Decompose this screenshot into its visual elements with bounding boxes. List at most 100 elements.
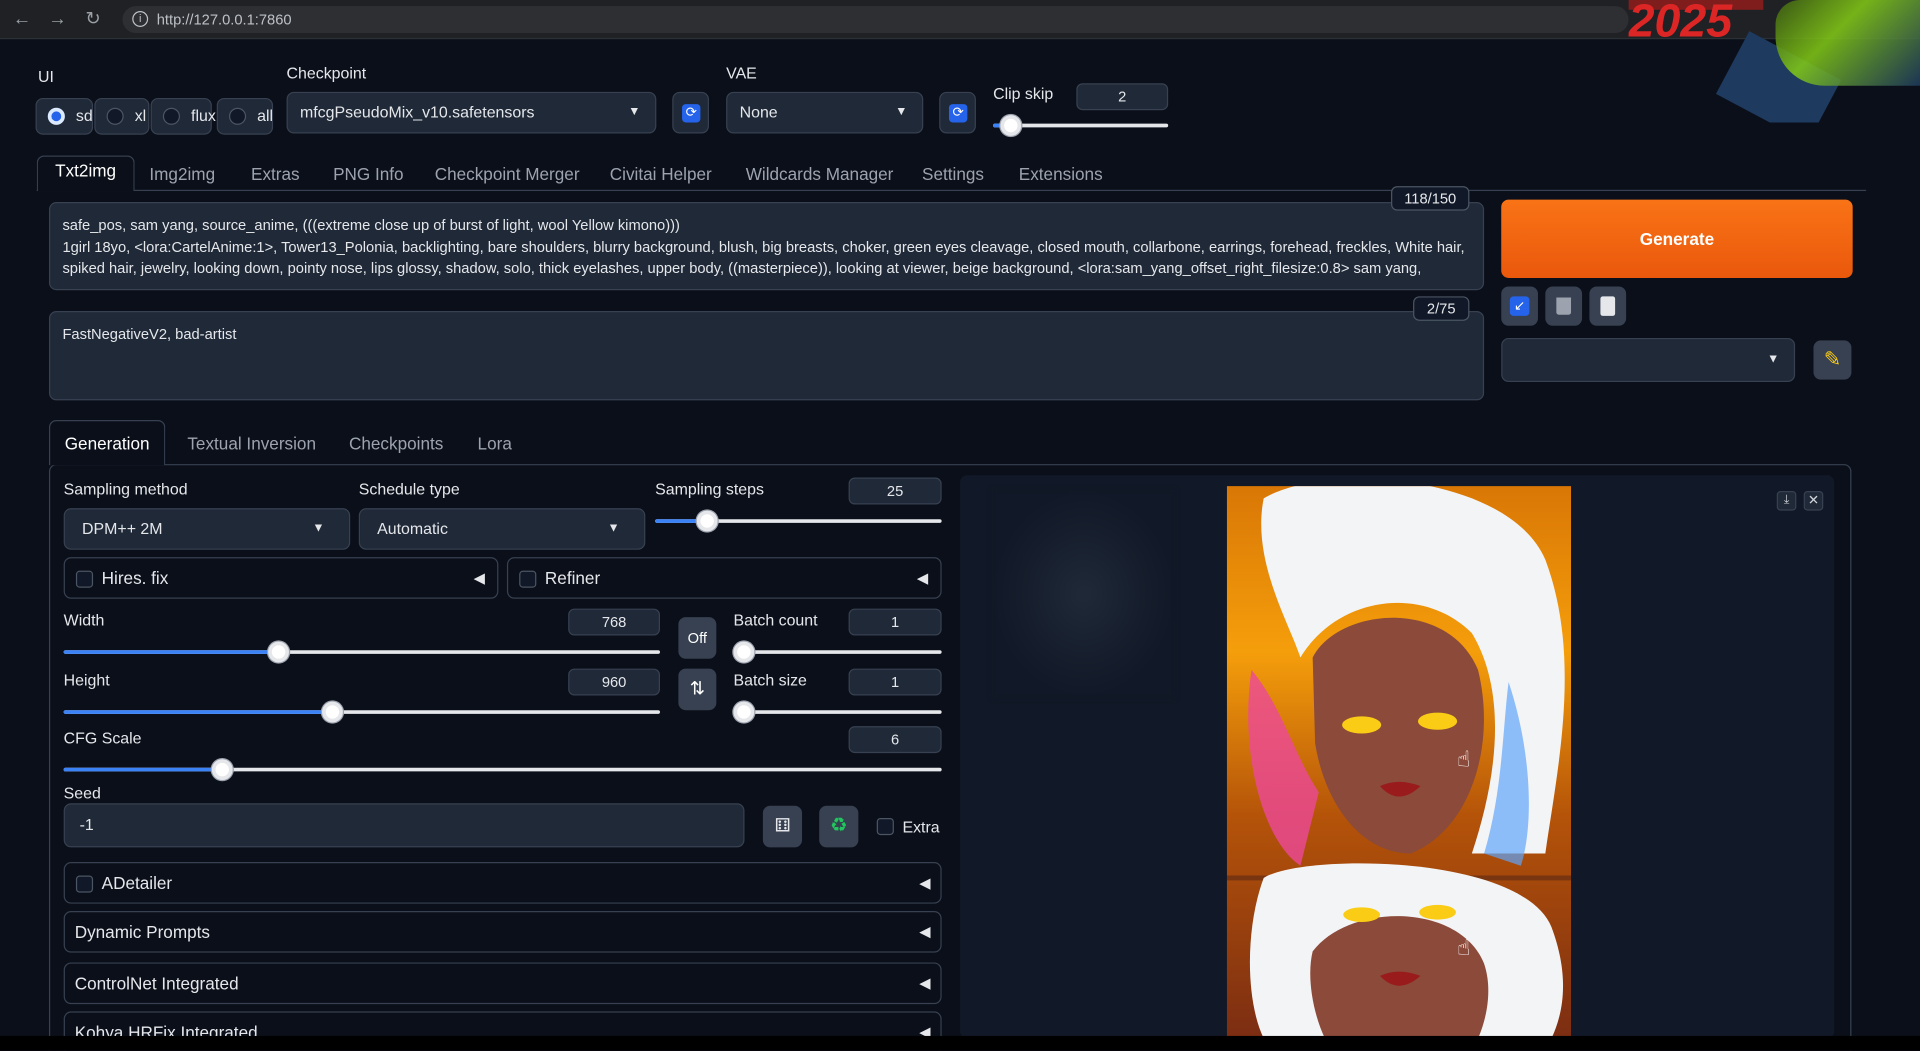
sampling-steps-input[interactable]: 25 (848, 477, 942, 505)
radio-flux[interactable]: flux (150, 97, 216, 135)
negative-prompt-textarea[interactable]: FastNegativeV2, bad-artist (48, 311, 1485, 401)
tab-checkpoint-merger[interactable]: Checkpoint Merger (435, 160, 580, 194)
aspect-ratio-off-button[interactable]: Off (678, 617, 717, 659)
clip-skip-thumb[interactable] (1000, 115, 1021, 136)
edit-styles-button[interactable]: ✎ (1813, 340, 1852, 380)
radio-sd[interactable]: sd (35, 97, 94, 135)
sampling-steps-slider[interactable] (655, 510, 942, 532)
banner-year-text: 2025 (1628, 0, 1733, 48)
checkpoint-select[interactable]: mfcgPseudoMix_v10.safetensors ▼ (286, 91, 657, 134)
hires-fix-checkbox[interactable] (75, 570, 94, 588)
height-input[interactable]: 960 (568, 668, 661, 696)
cfg-scale-thumb[interactable] (211, 759, 233, 781)
hires-fix-accordion[interactable]: Hires. fix ◀ (63, 557, 499, 599)
styles-select[interactable]: ▼ (1501, 337, 1796, 383)
chevron-down-icon: ▼ (895, 105, 908, 119)
batch-size-thumb[interactable] (733, 701, 755, 723)
batch-count-thumb[interactable] (733, 641, 755, 663)
adetailer-checkbox[interactable] (75, 875, 94, 893)
subtab-lora[interactable]: Lora (478, 433, 512, 453)
reuse-seed-button[interactable]: ♻ (819, 805, 859, 848)
ui-label: UI (37, 67, 54, 86)
download-icon[interactable]: ⤓ (1776, 491, 1797, 511)
radio-xl[interactable]: xl (94, 97, 150, 135)
cfg-scale-input[interactable]: 6 (848, 726, 942, 754)
paste-button[interactable] (1589, 286, 1627, 326)
vae-select[interactable]: None ▼ (726, 91, 924, 134)
seed-value: -1 (79, 815, 94, 834)
refresh-icon: ⟳ (682, 104, 701, 123)
subtab-checkpoints[interactable]: Checkpoints (349, 433, 443, 453)
site-info-icon[interactable]: i (132, 11, 149, 27)
generate-button[interactable]: Generate (1501, 199, 1853, 278)
prompt-textarea[interactable]: safe_pos, sam yang, source_anime, (((ext… (48, 202, 1485, 291)
width-slider[interactable] (63, 641, 661, 663)
cfg-scale-slider[interactable] (63, 759, 942, 781)
width-thumb[interactable] (267, 641, 289, 663)
clip-skip-slider[interactable] (993, 115, 1169, 136)
address-bar[interactable]: i http://127.0.0.1:7860 (122, 6, 1629, 34)
tab-extras[interactable]: Extras (251, 160, 300, 194)
batch-size-slider[interactable] (733, 701, 942, 723)
arrow-icon: ↙ (1509, 296, 1530, 316)
batch-size-input[interactable]: 1 (848, 668, 942, 696)
batch-count-input[interactable]: 1 (848, 608, 942, 636)
swap-dimensions-button[interactable]: ⇅ (678, 668, 717, 711)
tab-txt2img[interactable]: Txt2img (36, 155, 135, 192)
radio-sd-label: sd (75, 106, 93, 125)
tab-png-info[interactable]: PNG Info (333, 160, 404, 194)
dynamic-prompts-accordion[interactable]: Dynamic Prompts ◀ (63, 911, 942, 953)
generated-image[interactable] (1226, 486, 1572, 1039)
height-slider[interactable] (63, 701, 661, 723)
clip-skip-label: Clip skip (993, 84, 1054, 103)
batch-count-slider[interactable] (733, 641, 942, 663)
radio-flux-label: flux (191, 106, 216, 125)
clear-prompt-button[interactable] (1545, 286, 1583, 326)
refiner-checkbox[interactable] (519, 570, 537, 588)
sampling-method-select[interactable]: DPM++ 2M ▼ (63, 508, 351, 550)
dynamic-prompts-label: Dynamic Prompts (74, 922, 210, 942)
back-icon[interactable]: ← (10, 7, 34, 31)
random-seed-button[interactable]: ⚅ (762, 805, 803, 848)
sampling-steps-thumb[interactable] (696, 510, 718, 532)
schedule-type-label: Schedule type (358, 480, 460, 499)
recycle-icon: ♻ (830, 815, 848, 837)
pencil-icon: ✎ (1823, 347, 1842, 372)
refiner-accordion[interactable]: Refiner ◀ (506, 557, 942, 599)
collapse-arrow-icon: ◀ (919, 923, 931, 941)
subtab-generation[interactable]: Generation (48, 420, 166, 466)
batch-count-label: Batch count (733, 611, 818, 630)
close-icon[interactable]: ✕ (1803, 491, 1824, 511)
radio-all[interactable]: all (216, 97, 273, 135)
refresh-checkpoint-button[interactable]: ⟳ (672, 91, 709, 134)
clip-skip-input[interactable]: 2 (1076, 83, 1169, 111)
banner-logo: 2025 (1628, 0, 1920, 123)
batch-size-label: Batch size (733, 671, 807, 690)
tab-settings[interactable]: Settings (922, 160, 984, 194)
chevron-down-icon: ▼ (628, 105, 641, 119)
seed-input[interactable]: -1 (63, 803, 745, 848)
tab-wildcards-manager[interactable]: Wildcards Manager (746, 160, 894, 194)
refresh-vae-button[interactable]: ⟳ (939, 91, 976, 134)
width-input[interactable]: 768 (568, 608, 661, 636)
refiner-label: Refiner (544, 568, 601, 588)
collapse-arrow-icon: ◀ (919, 874, 931, 892)
hires-fix-label: Hires. fix (101, 568, 169, 588)
cursor-hand-icon: ☝ (1457, 935, 1471, 961)
forward-icon[interactable]: → (45, 7, 69, 31)
collapse-arrow-icon: ◀ (919, 974, 931, 992)
schedule-type-select[interactable]: Automatic ▼ (358, 508, 646, 550)
reload-icon[interactable]: ↻ (81, 7, 105, 31)
cfg-scale-label: CFG Scale (63, 728, 142, 747)
gallery-thumbnail[interactable] (991, 489, 1176, 698)
tab-civitai-helper[interactable]: Civitai Helper (610, 160, 712, 194)
height-thumb[interactable] (321, 701, 343, 723)
tab-extensions[interactable]: Extensions (1019, 160, 1103, 194)
adetailer-accordion[interactable]: ADetailer ◀ (63, 862, 942, 904)
extra-seed-checkbox[interactable] (876, 817, 894, 836)
height-label: Height (63, 671, 110, 690)
tab-img2img[interactable]: Img2img (149, 160, 215, 194)
subtab-textual-inversion[interactable]: Textual Inversion (187, 433, 316, 453)
read-params-button[interactable]: ↙ (1501, 286, 1538, 326)
controlnet-accordion[interactable]: ControlNet Integrated ◀ (63, 962, 942, 1005)
